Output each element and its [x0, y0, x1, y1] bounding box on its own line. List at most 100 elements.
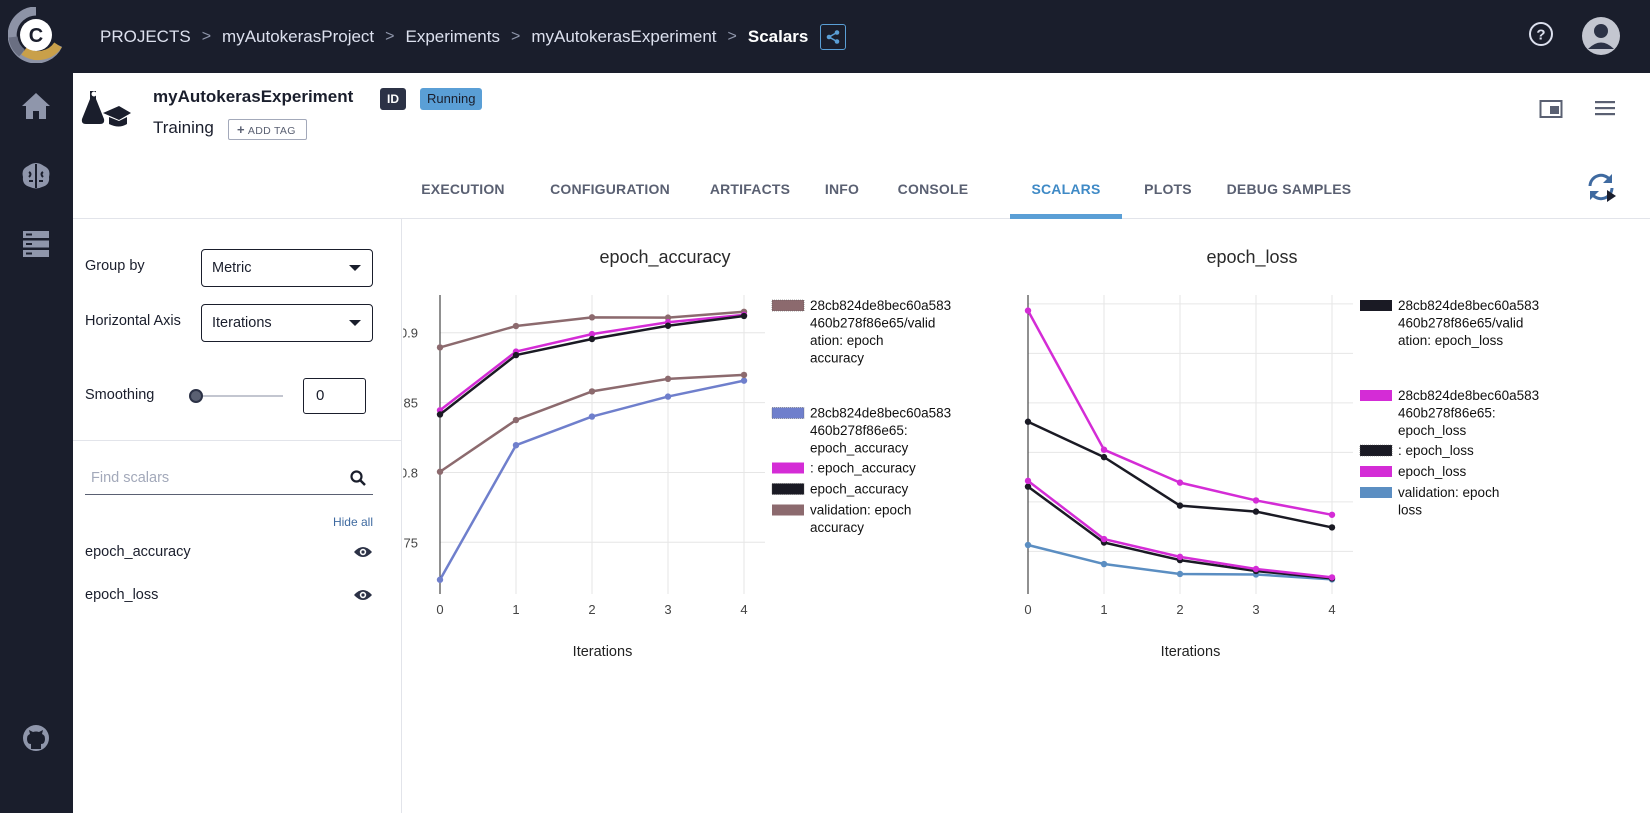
smoothing-input[interactable]: 0: [303, 378, 366, 414]
share-button[interactable]: [820, 23, 847, 50]
data-point: [1176, 553, 1184, 561]
data-point: [436, 576, 444, 583]
scalar-settings-panel: Group by Metric Horizontal Axis Iteratio…: [73, 219, 402, 813]
menu-icon[interactable]: [1594, 99, 1616, 117]
caret-down-icon: [349, 320, 361, 326]
legend-label: 460b278f86e65/valid: [810, 316, 935, 331]
legend-label: validation: epoch: [1398, 485, 1499, 500]
data-point: [1252, 565, 1260, 573]
hide-all-button[interactable]: Hide all: [333, 515, 373, 529]
legend-label: ation: epoch: [810, 333, 884, 348]
x-tick-label: 3: [664, 602, 671, 617]
github-icon[interactable]: [18, 720, 54, 756]
eye-icon[interactable]: [353, 588, 373, 602]
help-icon[interactable]: ?: [1527, 20, 1555, 48]
data-point: [740, 371, 748, 379]
tab-scalars[interactable]: SCALARS: [1010, 159, 1122, 219]
metric-row-epoch-accuracy[interactable]: epoch_accuracy: [85, 541, 373, 565]
data-point: [1100, 446, 1108, 453]
data-point: [1024, 477, 1032, 485]
data-point: [664, 393, 672, 400]
chevron-right-icon: >: [201, 27, 212, 45]
refresh-icon[interactable]: [1585, 171, 1617, 203]
add-tag-label: ADD TAG: [247, 125, 296, 137]
data-point: [512, 441, 520, 449]
metric-name: epoch_accuracy: [85, 544, 191, 560]
avatar[interactable]: [1581, 16, 1621, 56]
data-point: [1100, 560, 1108, 568]
data-point: [1252, 508, 1260, 515]
divider: [73, 440, 402, 441]
chevron-right-icon: >: [510, 27, 521, 45]
experiment-name: myAutokerasExperiment: [153, 87, 354, 106]
horizontal-axis-select[interactable]: Iterations: [201, 304, 373, 342]
x-tick-label: 2: [1176, 602, 1183, 617]
breadcrumb-projects[interactable]: PROJECTS: [100, 27, 191, 47]
data-point: [664, 322, 672, 329]
id-badge[interactable]: ID: [380, 88, 406, 110]
info-panel-icon[interactable]: [1539, 99, 1563, 119]
legend-label: : epoch_accuracy: [810, 461, 916, 476]
data-point: [1176, 570, 1184, 578]
data-point: [1100, 453, 1108, 461]
horizontal-axis-label: Horizontal Axis: [85, 313, 181, 329]
legend-label: 28cb824de8bec60a583: [1398, 388, 1539, 403]
data-point: [1176, 502, 1184, 509]
top-bar: PROJECTS > myAutokerasProject > Experime…: [73, 0, 1650, 73]
tab-debug-samples[interactable]: DEBUG SAMPLES: [1219, 159, 1359, 219]
breadcrumb-experiment[interactable]: myAutokerasExperiment: [531, 27, 716, 47]
breadcrumb-current: Scalars: [747, 26, 809, 46]
data-point: [512, 416, 520, 424]
brain-icon[interactable]: [18, 157, 54, 193]
x-tick-label: 2: [588, 602, 595, 617]
metric-name: epoch_loss: [85, 587, 159, 603]
x-tick-label: 4: [740, 602, 747, 617]
x-tick-label: 3: [1252, 602, 1259, 617]
tab-plots[interactable]: PLOTS: [1133, 159, 1203, 219]
horizontal-axis-value: Iterations: [212, 315, 272, 331]
x-tick-label: 0: [1024, 602, 1031, 617]
tab-configuration[interactable]: CONFIGURATION: [536, 159, 684, 219]
breadcrumb-project[interactable]: myAutokerasProject: [222, 27, 374, 47]
data-point: [664, 375, 672, 383]
clearml-logo-icon[interactable]: C: [8, 7, 64, 63]
legend-label: 460b278f86e65:: [1398, 406, 1496, 421]
experiment-header: myAutokerasExperiment ID Running Trainin…: [73, 73, 1650, 219]
legend-label: epoch_accuracy: [810, 482, 909, 497]
smoothing-slider-track[interactable]: [195, 395, 283, 397]
legend-label: ation: epoch_loss: [1398, 333, 1503, 348]
group-by-label: Group by: [85, 258, 145, 274]
left-nav: C: [0, 0, 73, 813]
share-icon: [827, 29, 840, 44]
data-point: [436, 344, 444, 351]
tab-execution[interactable]: EXECUTION: [406, 159, 520, 219]
legend-swatch: [771, 299, 805, 312]
legend-label: : epoch_loss: [1398, 443, 1474, 458]
breadcrumb: PROJECTS > myAutokerasProject > Experime…: [100, 0, 847, 73]
data-point: [588, 413, 596, 420]
home-icon[interactable]: [18, 88, 54, 124]
find-scalars-input[interactable]: Find scalars: [85, 463, 373, 495]
data-point: [740, 312, 748, 320]
x-tick-label: 4: [1328, 602, 1335, 617]
legend-label: epoch_accuracy: [810, 441, 909, 456]
legend-label: validation: epoch: [810, 503, 911, 518]
smoothing-slider-handle[interactable]: [189, 389, 203, 403]
eye-icon[interactable]: [353, 545, 373, 559]
tab-info[interactable]: INFO: [815, 159, 869, 219]
tab-console[interactable]: CONSOLE: [887, 159, 979, 219]
group-by-select[interactable]: Metric: [201, 249, 373, 287]
x-tick-label: 1: [1100, 602, 1107, 617]
breadcrumb-experiments[interactable]: Experiments: [406, 27, 500, 47]
legend-label: 28cb824de8bec60a583: [1398, 298, 1539, 313]
legend-swatch: [1360, 487, 1392, 498]
tab-artifacts[interactable]: ARTIFACTS: [702, 159, 798, 219]
legend-label: 28cb824de8bec60a583: [810, 406, 951, 421]
data-point: [1024, 483, 1032, 490]
chevron-right-icon: >: [727, 27, 737, 45]
search-icon[interactable]: [349, 469, 367, 487]
add-tag-button[interactable]: + ADD TAG: [228, 119, 307, 140]
metric-row-epoch-loss[interactable]: epoch_loss: [85, 584, 373, 608]
data-point: [1328, 524, 1336, 531]
datasets-icon[interactable]: [18, 226, 54, 262]
